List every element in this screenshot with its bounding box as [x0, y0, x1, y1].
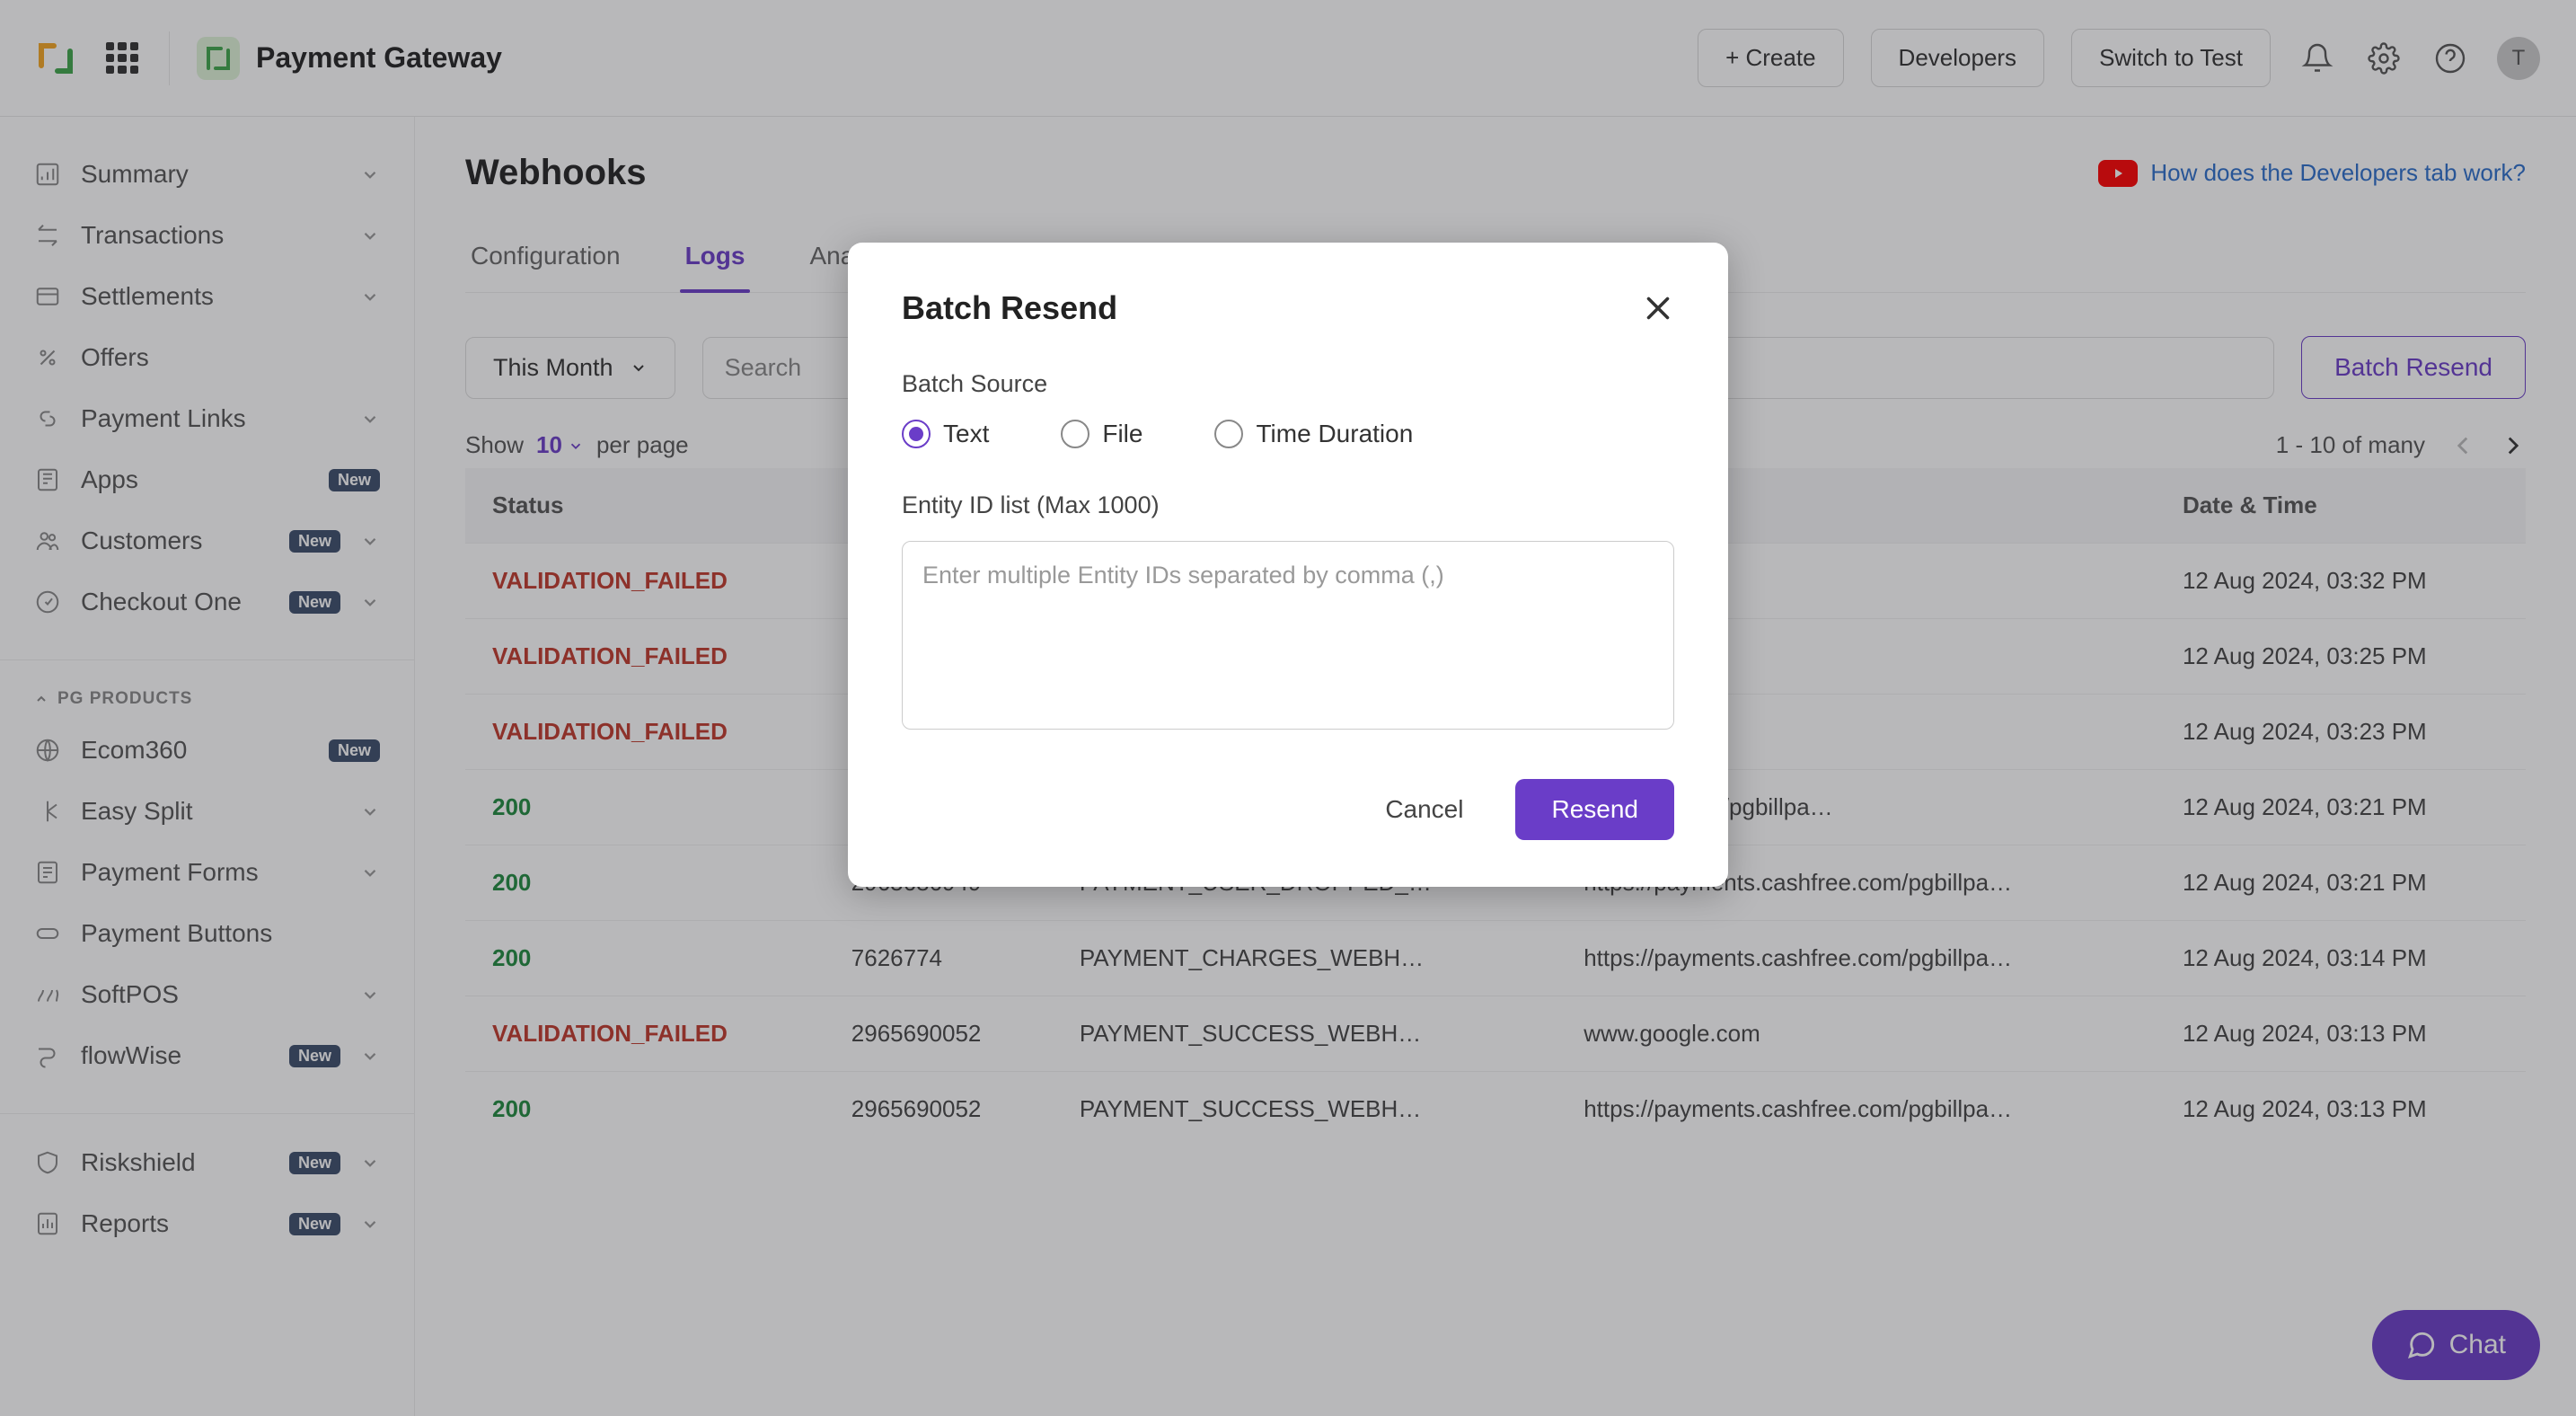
- radio-label: Text: [943, 420, 989, 448]
- resend-button[interactable]: Resend: [1515, 779, 1674, 840]
- batch-resend-modal: Batch Resend Batch Source Text File Time…: [848, 243, 1728, 887]
- modal-overlay[interactable]: Batch Resend Batch Source Text File Time…: [0, 0, 2576, 1416]
- radio-label: Time Duration: [1256, 420, 1413, 448]
- radio-icon: [1061, 420, 1090, 448]
- batch-source-label: Batch Source: [902, 370, 1674, 398]
- modal-title: Batch Resend: [902, 289, 1117, 327]
- entity-id-label: Entity ID list (Max 1000): [902, 491, 1674, 519]
- radio-text[interactable]: Text: [902, 420, 989, 448]
- radio-file[interactable]: File: [1061, 420, 1142, 448]
- radio-label: File: [1102, 420, 1142, 448]
- close-icon[interactable]: [1642, 292, 1674, 324]
- radio-icon: [1214, 420, 1243, 448]
- entity-id-textarea[interactable]: [902, 541, 1674, 730]
- cancel-button[interactable]: Cancel: [1358, 779, 1490, 840]
- radio-time-duration[interactable]: Time Duration: [1214, 420, 1413, 448]
- radio-icon: [902, 420, 931, 448]
